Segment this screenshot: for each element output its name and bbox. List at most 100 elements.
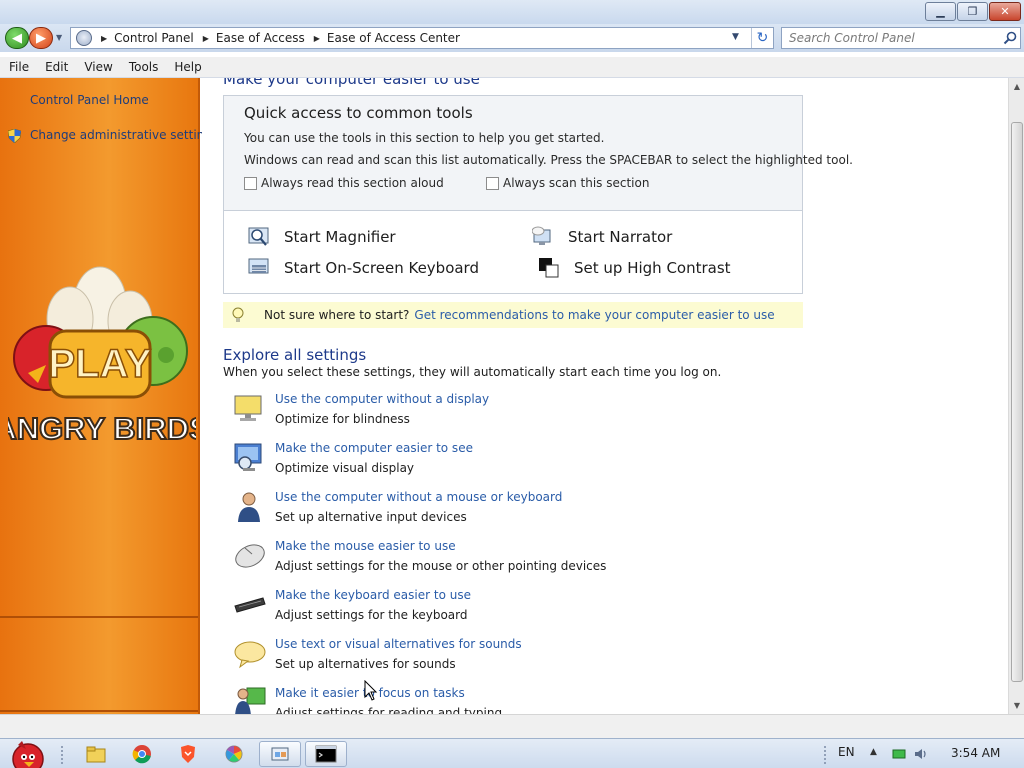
- keyboard-easier-link[interactable]: Make the keyboard easier to use: [275, 588, 471, 602]
- address-dropdown-icon[interactable]: ▼: [732, 32, 739, 42]
- forward-arrow-icon: ▶: [36, 30, 46, 46]
- setting-sound-alternatives: Use text or visual alternatives for soun…: [233, 637, 793, 677]
- minimize-button[interactable]: ▁: [925, 2, 956, 21]
- maximize-button[interactable]: ❐: [957, 2, 988, 21]
- close-icon: ✕: [1000, 5, 1010, 18]
- promo-brand-text: ANGRY BIRDS: [8, 411, 196, 446]
- always-read-label: Always read this section aloud: [261, 176, 444, 190]
- status-bar: [0, 714, 1024, 738]
- control-panel-home-link[interactable]: Control Panel Home: [30, 93, 149, 107]
- setting-focus-tasks: Make it easier to focus on tasks Adjust …: [233, 686, 793, 714]
- narrator-icon: [532, 226, 551, 245]
- start-magnifier-button[interactable]: Start Magnifier: [248, 226, 396, 248]
- checkbox-box[interactable]: [486, 176, 499, 190]
- setting-description: Set up alternative input devices: [275, 510, 467, 524]
- close-button[interactable]: ✕: [989, 2, 1021, 21]
- recommendation-tip-bar: Not sure where to start? Get recommendat…: [223, 302, 803, 328]
- speech-bubble-icon: [234, 641, 266, 669]
- control-panel-icon: [76, 30, 92, 46]
- high-contrast-icon: [539, 258, 559, 278]
- monitor-icon: [234, 443, 262, 471]
- get-recommendations-link[interactable]: Get recommendations to make your compute…: [414, 308, 774, 322]
- scroll-down-button[interactable]: ▼: [1009, 697, 1024, 714]
- start-narrator-label: Start Narrator: [568, 228, 673, 246]
- refresh-icon: ↻: [756, 30, 769, 46]
- forward-button[interactable]: ▶: [29, 27, 53, 49]
- taskbar-chrome-button[interactable]: [121, 741, 163, 767]
- taskbar-picasa-button[interactable]: [213, 741, 255, 767]
- panel-divider: [0, 616, 198, 618]
- always-scan-checkbox[interactable]: Always scan this section: [486, 176, 649, 190]
- refresh-button[interactable]: ↻: [751, 28, 773, 48]
- quick-access-description: You can use the tools in this section to…: [244, 131, 605, 145]
- breadcrumb-arrow-icon[interactable]: ▶: [314, 34, 320, 43]
- scroll-up-button[interactable]: ▲: [1009, 78, 1024, 95]
- menu-bar: File Edit View Tools Help: [0, 57, 1024, 78]
- menu-help[interactable]: Help: [165, 60, 208, 74]
- menu-view[interactable]: View: [75, 60, 119, 74]
- setting-keyboard-easier: Make the keyboard easier to use Adjust s…: [233, 588, 793, 628]
- always-read-checkbox[interactable]: Always read this section aloud: [244, 176, 444, 190]
- set-up-high-contrast-button[interactable]: Set up High Contrast: [538, 257, 731, 279]
- taskbar-command-prompt-button[interactable]: [305, 741, 347, 767]
- restore-icon: ❐: [967, 5, 978, 18]
- page-title: Make your computer easier to use: [223, 78, 480, 88]
- without-mouse-or-keyboard-link[interactable]: Use the computer without a mouse or keyb…: [275, 490, 562, 504]
- vertical-scrollbar[interactable]: ▲ ▼: [1008, 78, 1024, 714]
- search-box: [781, 27, 1021, 49]
- taskbar-brave-button[interactable]: [167, 741, 209, 767]
- control-panel-icon: [271, 747, 289, 761]
- menu-edit[interactable]: Edit: [36, 60, 75, 74]
- navigation-bar: ◀ ▶ ▼ ▶ Control Panel ▶ Ease of Access ▶…: [0, 24, 1024, 52]
- show-hidden-icons-button[interactable]: ▲: [870, 747, 877, 757]
- mouse-easier-link[interactable]: Make the mouse easier to use: [275, 539, 456, 553]
- search-icon[interactable]: [1001, 30, 1019, 46]
- angry-birds-promo-image: PLAY ANGRY BIRDS: [8, 266, 196, 447]
- setting-easier-to-see: Make the computer easier to see Optimize…: [233, 441, 793, 481]
- taskbar-explorer-button[interactable]: [75, 741, 117, 767]
- taskbar-grip[interactable]: [60, 745, 64, 765]
- network-icon[interactable]: [892, 747, 906, 761]
- title-bar: ▁ ❐ ✕: [0, 0, 1024, 24]
- address-bar[interactable]: ▶ Control Panel ▶ Ease of Access ▶ Ease …: [70, 27, 774, 49]
- set-up-high-contrast-label: Set up High Contrast: [574, 259, 731, 277]
- breadcrumb-ease-of-access[interactable]: Ease of Access: [216, 31, 305, 45]
- breadcrumb-ease-of-access-center[interactable]: Ease of Access Center: [327, 31, 460, 45]
- on-screen-keyboard-icon: [248, 258, 269, 274]
- taskbar-grip[interactable]: [823, 745, 827, 765]
- sound-alternatives-link[interactable]: Use text or visual alternatives for soun…: [275, 637, 522, 651]
- setting-description: Adjust settings for the mouse or other p…: [275, 559, 607, 573]
- picasa-icon: [225, 745, 243, 763]
- breadcrumb-arrow-icon[interactable]: ▶: [203, 34, 209, 43]
- start-narrator-button[interactable]: Start Narrator: [532, 226, 672, 248]
- promo-play-text: PLAY: [48, 342, 151, 386]
- tip-text: Not sure where to start?: [264, 308, 410, 322]
- display-icon: [234, 395, 262, 421]
- uac-shield-icon: [8, 129, 21, 143]
- setting-mouse-easier: Make the mouse easier to use Adjust sett…: [233, 539, 793, 579]
- command-prompt-icon: [315, 745, 337, 763]
- scroll-thumb[interactable]: [1011, 122, 1023, 682]
- magnifier-icon: [248, 227, 269, 246]
- change-administrative-settings-link[interactable]: Change administrative settings: [30, 128, 218, 142]
- use-without-display-link[interactable]: Use the computer without a display: [275, 392, 489, 406]
- lightbulb-icon: [232, 307, 244, 322]
- back-button[interactable]: ◀: [5, 27, 29, 49]
- breadcrumb-control-panel[interactable]: Control Panel: [114, 31, 194, 45]
- volume-icon[interactable]: [914, 747, 928, 761]
- taskbar-control-panel-button[interactable]: [259, 741, 301, 767]
- language-indicator[interactable]: EN: [838, 745, 855, 759]
- start-button-angry-bird-icon[interactable]: [4, 739, 50, 768]
- easier-to-see-link[interactable]: Make the computer easier to see: [275, 441, 473, 455]
- system-clock[interactable]: 3:54 AM: [951, 746, 1000, 760]
- setting-description: Adjust settings for reading and typing: [275, 706, 503, 714]
- recent-pages-dropdown[interactable]: ▼: [56, 33, 62, 42]
- menu-tools[interactable]: Tools: [120, 60, 166, 74]
- checkbox-box[interactable]: [244, 176, 257, 190]
- menu-file[interactable]: File: [0, 60, 36, 74]
- search-input[interactable]: [782, 28, 996, 48]
- breadcrumb-arrow-icon[interactable]: ▶: [101, 34, 107, 43]
- explore-settings-title: Explore all settings: [223, 346, 367, 364]
- start-on-screen-keyboard-button[interactable]: Start On-Screen Keyboard: [248, 257, 479, 279]
- setting-without-mouse-or-keyboard: Use the computer without a mouse or keyb…: [233, 490, 793, 530]
